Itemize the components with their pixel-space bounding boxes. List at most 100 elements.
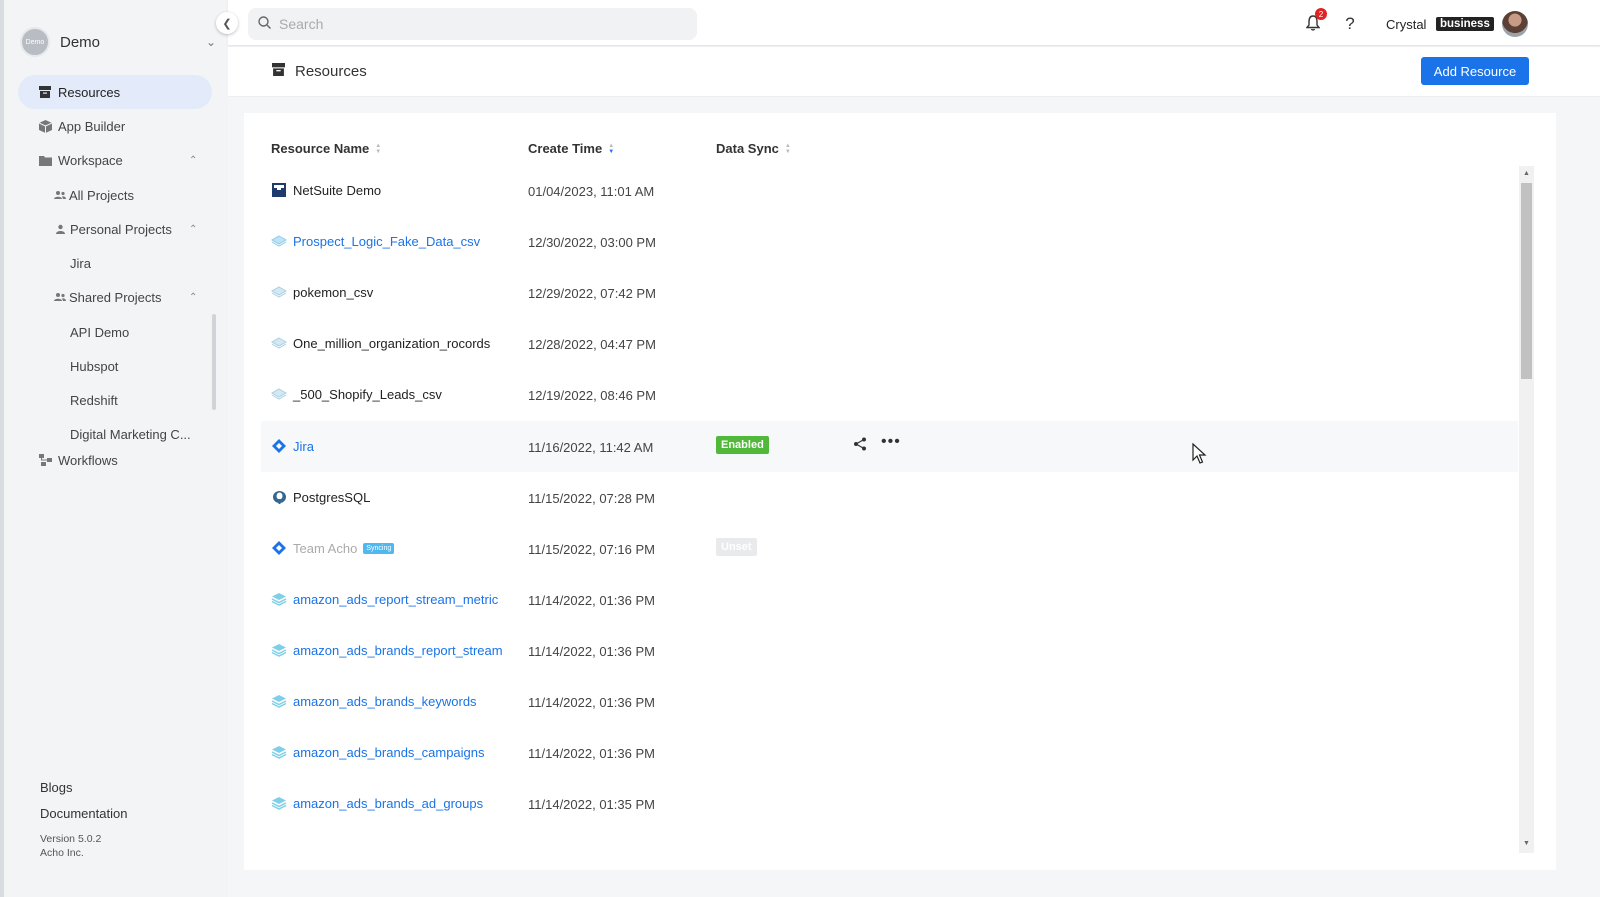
amazon-layers-icon	[271, 693, 287, 709]
sidebar: Demo Demo ⌄ Resources App Builder Worksp…	[0, 0, 228, 897]
sidebar-item-resources[interactable]: Resources	[18, 75, 212, 109]
topbar: 2 ? Crystal business	[228, 0, 1600, 46]
help-button[interactable]: ?	[1338, 12, 1362, 36]
resource-name-cell[interactable]: _500_Shopify_Leads_csv	[271, 386, 442, 402]
chevron-down-icon: ⌄	[205, 35, 216, 49]
table-row[interactable]: amazon_ads_brands_report_stream 11/14/20…	[261, 625, 1518, 676]
table-row[interactable]: Prospect_Logic_Fake_Data_csv 12/30/2022,…	[261, 216, 1518, 267]
documentation-link[interactable]: Documentation	[40, 806, 127, 821]
sidebar-item-redshift[interactable]: Redshift	[70, 383, 118, 417]
resource-name: Team Acho	[293, 540, 358, 556]
sidebar-item-app-builder[interactable]: App Builder	[38, 109, 125, 143]
search-box[interactable]	[248, 8, 697, 40]
postgres-icon	[271, 489, 287, 505]
resources-table: Resource Name ▲ ▼ Create Time ▲ ▼ Data Syn…	[244, 113, 1556, 870]
table-scrollbar[interactable]: ▲ ▼	[1519, 166, 1534, 853]
resource-name: amazon_ads_brands_ad_groups	[293, 795, 484, 811]
sidebar-item-hubspot[interactable]: Hubspot	[70, 349, 118, 383]
sidebar-item-shared-projects[interactable]: Shared Projects	[54, 280, 162, 314]
add-resource-button[interactable]: Add Resource	[1421, 57, 1529, 85]
sidebar-item-all-projects[interactable]: All Projects	[54, 178, 134, 212]
resource-name-cell[interactable]: Team Acho Syncing	[271, 540, 395, 556]
sidebar-scrollbar[interactable]	[212, 314, 216, 410]
resource-name-cell[interactable]: amazon_ads_brands_report_stream	[271, 642, 503, 658]
syncing-badge: Syncing	[363, 542, 395, 554]
notification-badge: 2	[1315, 8, 1327, 20]
resource-name-cell[interactable]: NetSuite Demo	[271, 182, 381, 198]
org-switcher[interactable]: Demo Demo ⌄	[20, 26, 220, 58]
table-row[interactable]: Team Acho Syncing 11/15/2022, 07:16 PM U…	[261, 523, 1518, 574]
resource-name-cell[interactable]: amazon_ads_report_stream_metric	[271, 591, 498, 607]
column-header-resource-name[interactable]: Resource Name ▲ ▼	[271, 141, 381, 156]
chevron-up-icon[interactable]: ⌃	[189, 155, 197, 166]
resource-name: _500_Shopify_Leads_csv	[293, 386, 442, 402]
csv-layers-icon	[271, 386, 287, 402]
share-icon[interactable]	[853, 437, 867, 454]
sidebar-item-jira[interactable]: Jira	[70, 246, 91, 280]
resource-name: amazon_ads_report_stream_metric	[293, 591, 499, 607]
collapse-sidebar-button[interactable]: ❮	[216, 12, 238, 34]
resource-name-cell[interactable]: Jira	[271, 438, 314, 454]
table-row[interactable]: NetSuite Demo 01/04/2023, 11:01 AM	[261, 165, 1518, 216]
create-time: 11/15/2022, 07:16 PM	[528, 542, 655, 557]
chevron-up-icon[interactable]: ⌃	[189, 292, 197, 303]
user-name[interactable]: Crystal	[1386, 17, 1426, 32]
create-time: 11/15/2022, 07:28 PM	[528, 491, 655, 506]
notifications-button[interactable]: 2	[1301, 8, 1327, 36]
team-icon	[54, 290, 66, 304]
sidebar-item-workspace[interactable]: Workspace	[38, 143, 123, 177]
sidebar-item-personal-projects[interactable]: Personal Projects	[54, 212, 172, 246]
resource-name-cell[interactable]: Prospect_Logic_Fake_Data_csv	[271, 233, 480, 249]
scrollbar-thumb[interactable]	[1521, 183, 1532, 379]
netsuite-icon	[271, 182, 287, 198]
table-row[interactable]: amazon_ads_report_stream_metric 11/14/20…	[261, 574, 1518, 625]
resource-name-cell[interactable]: amazon_ads_brands_ad_groups	[271, 795, 483, 811]
sidebar-item-label: API Demo	[70, 324, 130, 340]
create-time: 01/04/2023, 11:01 AM	[528, 184, 655, 199]
amazon-layers-icon	[271, 744, 287, 760]
blogs-link[interactable]: Blogs	[40, 780, 73, 795]
column-header-label: Resource Name	[271, 141, 370, 156]
cube-icon	[38, 119, 52, 133]
chevron-left-icon: ❮	[222, 17, 232, 30]
resource-name: amazon_ads_brands_campaigns	[293, 744, 485, 760]
data-sync-status[interactable]: Enabled	[716, 436, 769, 454]
table-row[interactable]: amazon_ads_brands_campaigns 11/14/2022, …	[261, 727, 1518, 778]
table-row[interactable]: pokemon_csv 12/29/2022, 07:42 PM	[261, 267, 1518, 318]
scroll-down-icon[interactable]: ▼	[1523, 840, 1530, 847]
resource-name-cell[interactable]: amazon_ads_brands_keywords	[271, 693, 477, 709]
table-row[interactable]: amazon_ads_brands_keywords 11/14/2022, 0…	[261, 676, 1518, 727]
search-icon	[258, 16, 271, 32]
table-row[interactable]: _500_Shopify_Leads_csv 12/19/2022, 08:46…	[261, 369, 1518, 420]
sidebar-item-workflows[interactable]: Workflows	[38, 443, 118, 477]
more-options-icon[interactable]: •••	[881, 433, 901, 451]
sidebar-item-label: Jira	[70, 255, 91, 271]
help-icon: ?	[1345, 14, 1355, 33]
table-row[interactable]: Jira 11/16/2022, 11:42 AM Enabled •••	[261, 421, 1518, 472]
sort-icon: ▲ ▼	[608, 142, 615, 155]
resource-name-cell[interactable]: pokemon_csv	[271, 284, 373, 300]
table-row[interactable]: PostgresSQL 11/15/2022, 07:28 PM	[261, 472, 1518, 523]
table-row[interactable]: One_million_organization_rocords 12/28/2…	[261, 318, 1518, 369]
resource-name-cell[interactable]: amazon_ads_brands_campaigns	[271, 744, 485, 760]
resource-name-cell[interactable]: One_million_organization_rocords	[271, 335, 490, 351]
data-sync-status[interactable]: Unset	[716, 538, 757, 556]
avatar[interactable]	[1502, 11, 1528, 37]
users-icon	[54, 188, 66, 202]
column-header-create-time[interactable]: Create Time ▲ ▼	[528, 141, 614, 156]
resource-name-cell[interactable]: PostgresSQL	[271, 489, 370, 505]
scroll-up-icon[interactable]: ▲	[1523, 170, 1530, 177]
org-name: Demo	[60, 33, 101, 51]
chevron-up-icon[interactable]: ⌃	[189, 224, 197, 235]
sidebar-item-label: Hubspot	[70, 358, 119, 374]
table-row[interactable]: amazon_ads_brands_ad_groups 11/14/2022, …	[261, 778, 1518, 829]
user-icon	[54, 222, 66, 236]
mouse-cursor-icon	[1192, 442, 1208, 468]
sidebar-item-api-demo[interactable]: API Demo	[70, 315, 129, 349]
column-header-data-sync[interactable]: Data Sync ▲ ▼	[716, 141, 791, 156]
resource-name: One_million_organization_rocords	[293, 335, 491, 351]
amazon-layers-icon	[271, 591, 287, 607]
archive-icon	[38, 85, 52, 99]
create-time: 11/14/2022, 01:35 PM	[528, 797, 655, 812]
search-input[interactable]	[279, 16, 679, 32]
